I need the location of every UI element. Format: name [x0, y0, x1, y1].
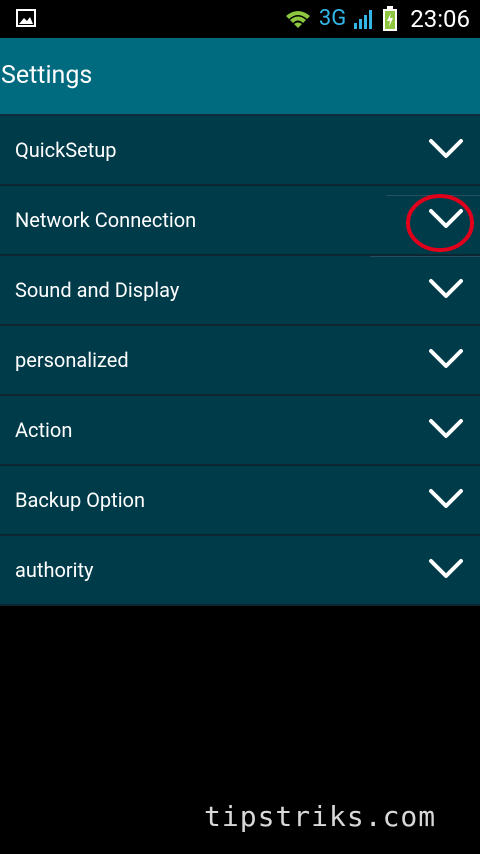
- image-notification-icon: [16, 9, 36, 27]
- chevron-down-icon[interactable]: [428, 486, 464, 512]
- settings-item-authority[interactable]: authority: [0, 536, 480, 606]
- chevron-down-icon[interactable]: [428, 346, 464, 372]
- chevron-down-icon[interactable]: [428, 276, 464, 302]
- settings-item-personalized[interactable]: personalized: [0, 326, 480, 396]
- signal-icon: [354, 10, 373, 29]
- highlight-edge-top: [386, 195, 480, 196]
- settings-item-backup-option[interactable]: Backup Option: [0, 466, 480, 536]
- settings-item-label: personalized: [15, 348, 129, 372]
- action-bar: Settings: [0, 38, 480, 114]
- settings-item-label: QuickSetup: [15, 138, 117, 162]
- chevron-down-icon[interactable]: [428, 206, 464, 232]
- settings-item-quicksetup[interactable]: QuickSetup: [0, 114, 480, 186]
- battery-charging-icon: [383, 6, 398, 31]
- settings-item-network-connection[interactable]: Network Connection: [0, 186, 480, 256]
- chevron-down-icon[interactable]: [428, 416, 464, 442]
- status-clock: 23:06: [410, 5, 470, 33]
- status-icons: 3G 23:06: [285, 0, 470, 38]
- settings-item-sound-and-display[interactable]: Sound and Display: [0, 256, 480, 326]
- chevron-down-icon[interactable]: [428, 136, 464, 162]
- settings-item-label: Sound and Display: [15, 278, 180, 302]
- wifi-icon: [285, 11, 310, 28]
- settings-item-label: Network Connection: [15, 208, 197, 232]
- network-type-label: 3G: [318, 6, 347, 31]
- status-bar: 3G 23:06: [0, 0, 480, 38]
- settings-item-label: Backup Option: [15, 488, 146, 512]
- page-title: Settings: [1, 61, 93, 90]
- settings-list: QuickSetup Network Connection Sound and …: [0, 114, 480, 606]
- highlight-edge-bottom: [370, 256, 480, 257]
- settings-item-label: authority: [15, 558, 94, 582]
- settings-item-action[interactable]: Action: [0, 396, 480, 466]
- settings-item-label: Action: [15, 418, 73, 442]
- chevron-down-icon[interactable]: [428, 556, 464, 582]
- watermark: tipstriks.com: [204, 800, 437, 833]
